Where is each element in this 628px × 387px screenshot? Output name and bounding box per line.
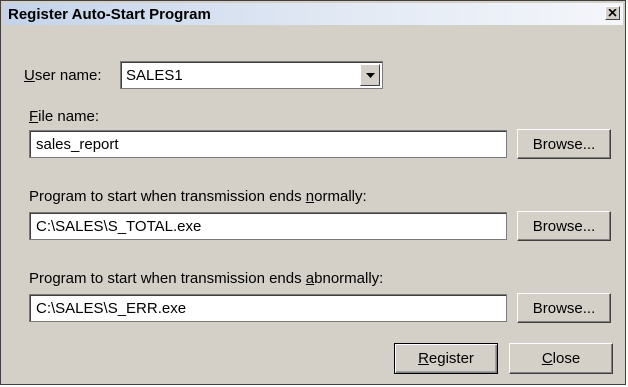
file-name-label-text: ile name:: [38, 108, 100, 125]
normal-program-label: Program to start when transmission ends …: [29, 188, 367, 205]
close-button[interactable]: Close: [509, 343, 613, 374]
close-label-text: lose: [552, 350, 581, 367]
file-name-mnemonic: F: [29, 108, 39, 125]
chevron-down-icon[interactable]: [360, 64, 380, 86]
register-button[interactable]: Register: [394, 343, 498, 374]
close-mnemonic: C: [541, 350, 553, 367]
register-label-text: egister: [428, 350, 474, 367]
abnormal-program-label: Program to start when transmission ends …: [29, 270, 383, 287]
file-browse-button[interactable]: Browse...: [517, 129, 611, 159]
abnormal-browse-button[interactable]: Browse...: [517, 293, 611, 323]
close-icon[interactable]: [605, 6, 620, 20]
title-bar[interactable]: Register Auto-Start Program: [3, 3, 623, 25]
file-name-input[interactable]: sales_report: [29, 130, 507, 158]
normal-label-post: ormally:: [314, 188, 367, 205]
user-name-label-text: ser name:: [34, 67, 102, 84]
user-name-dropdown[interactable]: SALES1: [120, 61, 383, 89]
register-auto-start-dialog: Register Auto-Start Program User name: S…: [0, 0, 626, 385]
file-name-label: File name:: [29, 108, 99, 125]
normal-label-pre: Program to start when transmission ends: [29, 188, 306, 205]
normal-mnemonic: n: [305, 188, 315, 205]
user-name-label: User name:: [24, 67, 102, 84]
abnormal-label-pre: Program to start when transmission ends: [29, 270, 306, 287]
abnormal-program-value: C:\SALES\S_ERR.exe: [36, 299, 187, 317]
abnormal-program-input[interactable]: C:\SALES\S_ERR.exe: [29, 294, 507, 322]
user-name-mnemonic: U: [24, 67, 35, 84]
window-title: Register Auto-Start Program: [8, 5, 211, 23]
normal-program-input[interactable]: C:\SALES\S_TOTAL.exe: [29, 212, 507, 240]
user-name-value: SALES1: [126, 67, 183, 84]
file-name-value: sales_report: [36, 135, 119, 153]
normal-program-value: C:\SALES\S_TOTAL.exe: [36, 217, 202, 235]
abnormal-mnemonic: a: [305, 270, 315, 287]
register-mnemonic: R: [418, 350, 429, 367]
normal-browse-button[interactable]: Browse...: [517, 211, 611, 241]
abnormal-label-post: bnormally:: [314, 270, 384, 287]
